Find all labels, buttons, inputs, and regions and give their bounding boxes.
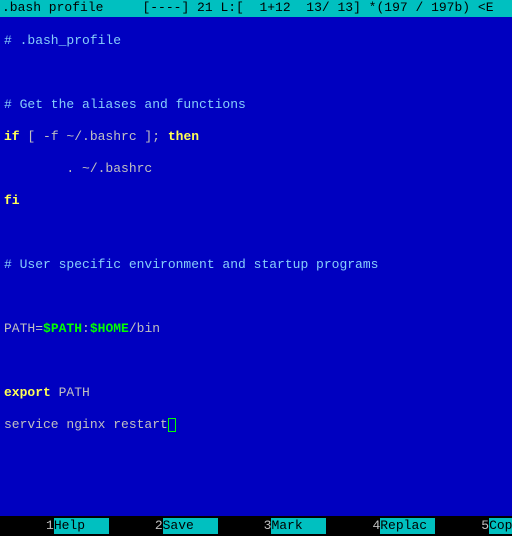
code-line xyxy=(4,65,508,81)
fkey-3-num: 3 xyxy=(264,518,272,533)
code-line xyxy=(4,289,508,305)
function-key-bar: 1Help 2Save 3Mark 4Replac 5Copy xyxy=(0,516,512,536)
text-cursor xyxy=(168,418,176,432)
fkey-5-copy[interactable]: Copy xyxy=(489,518,512,534)
code-line: fi xyxy=(4,193,508,209)
code-line: # User specific environment and startup … xyxy=(4,257,508,273)
fkey-2-save[interactable]: Save xyxy=(163,518,218,534)
code-line: PATH=$PATH:$HOME/bin xyxy=(4,321,508,337)
code-line: service nginx restart xyxy=(4,417,508,433)
code-line: # Get the aliases and functions xyxy=(4,97,508,113)
editor-content[interactable]: # .bash_profile # Get the aliases and fu… xyxy=(0,17,512,449)
var-home: $HOME xyxy=(90,321,129,336)
var-path: $PATH xyxy=(43,321,82,336)
code-line: . ~/.bashrc xyxy=(4,161,508,177)
keyword-fi: fi xyxy=(4,193,20,208)
keyword-export: export xyxy=(4,385,51,400)
code-line: # .bash_profile xyxy=(4,33,508,49)
fkey-1-help[interactable]: Help xyxy=(54,518,109,534)
title-status: [----] 21 L:[ 1+12 13/ 13] *(197 / 197b)… xyxy=(142,0,493,15)
fkey-3-mark[interactable]: Mark xyxy=(271,518,326,534)
code-line: if [ -f ~/.bashrc ]; then xyxy=(4,129,508,145)
fkey-5-num: 5 xyxy=(481,518,489,533)
fkey-2-num: 2 xyxy=(155,518,163,533)
fkey-4-num: 4 xyxy=(372,518,380,533)
code-line xyxy=(4,353,508,369)
fkey-1-num: 1 xyxy=(46,518,54,533)
editor-title-bar: .bash profile [----] 21 L:[ 1+12 13/ 13]… xyxy=(0,0,512,17)
title-filename: .bash profile xyxy=(2,0,103,15)
code-line xyxy=(4,225,508,241)
code-line: export PATH xyxy=(4,385,508,401)
keyword-then: then xyxy=(168,129,199,144)
fkey-4-replace[interactable]: Replac xyxy=(380,518,435,534)
keyword-if: if xyxy=(4,129,20,144)
